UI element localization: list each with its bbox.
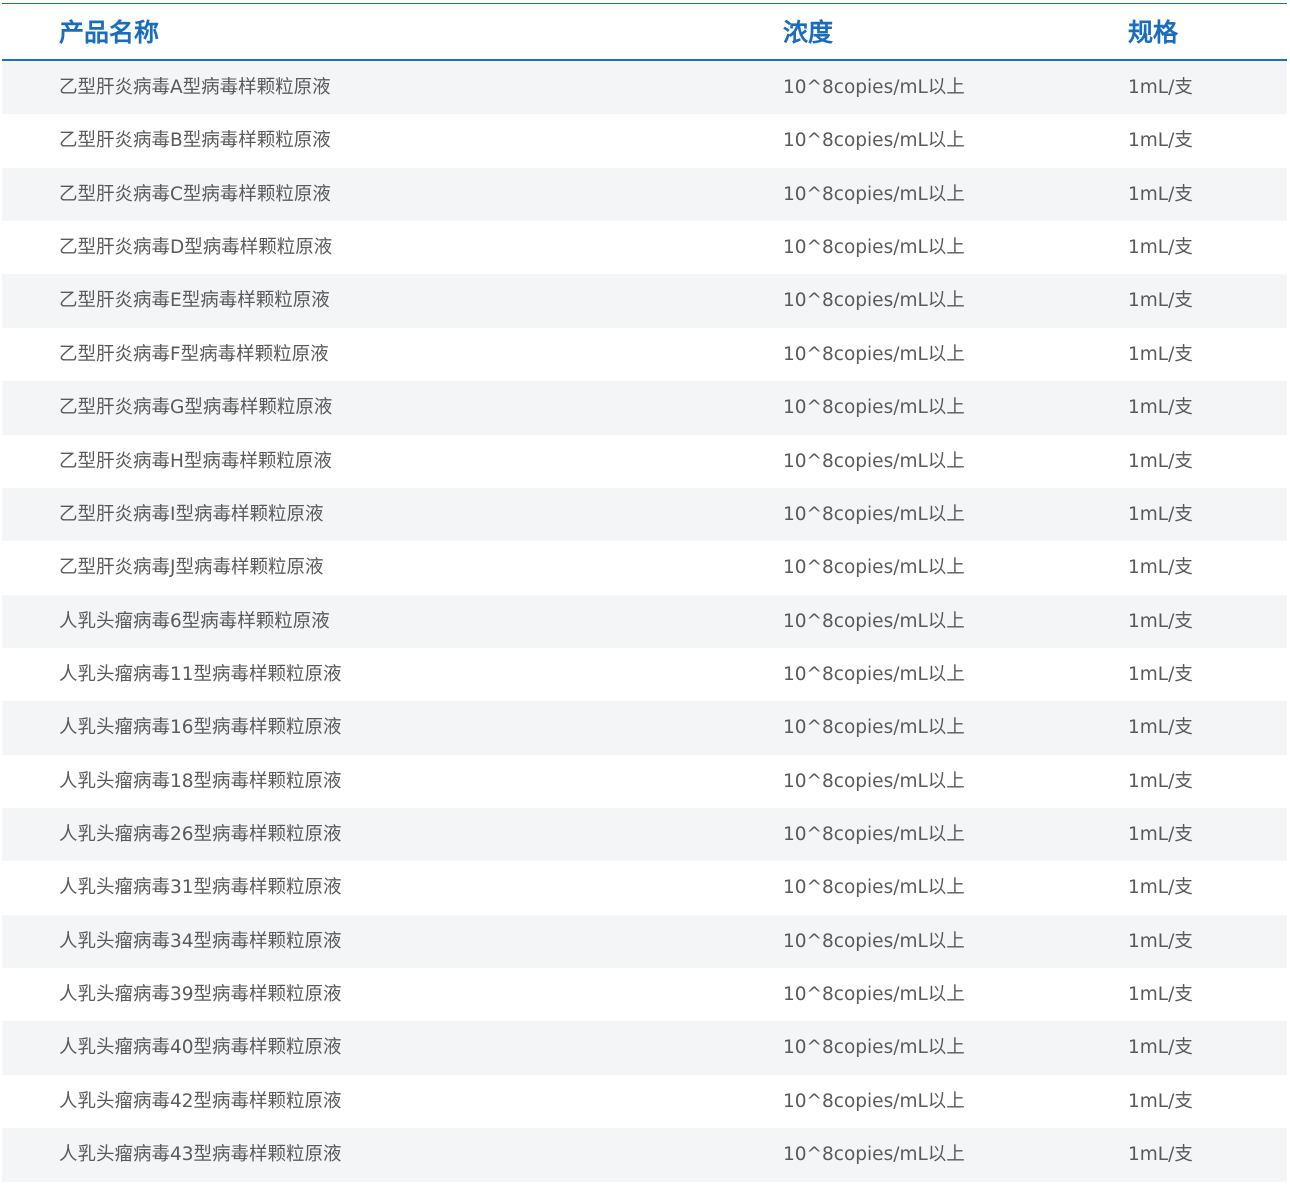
table-row: 乙型肝炎病毒J型病毒样颗粒原液 10^8copies/mL以上 1mL/支 (2, 541, 1287, 595)
spec-cell: 1mL/支 (1128, 770, 1193, 792)
product-name-cell: 乙型肝炎病毒B型病毒样颗粒原液 (59, 130, 331, 152)
product-name-cell: 人乳头瘤病毒43型病毒样颗粒原液 (59, 1144, 342, 1166)
table-row: 人乳头瘤病毒18型病毒样颗粒原液 10^8copies/mL以上 1mL/支 (2, 754, 1287, 809)
product-name-cell: 人乳头瘤病毒26型病毒样颗粒原液 (59, 824, 342, 846)
product-name-cell: 人乳头瘤病毒16型病毒样颗粒原液 (59, 717, 342, 739)
table-header: 产品名称 浓度 规格 (2, 4, 1287, 61)
concentration-cell: 10^8copies/mL以上 (783, 610, 965, 632)
header-spec: 规格 (1128, 18, 1179, 47)
spec-cell: 1mL/支 (1128, 503, 1193, 525)
table-row: 乙型肝炎病毒G型病毒样颗粒原液 10^8copies/mL以上 1mL/支 (2, 381, 1287, 435)
spec-cell: 1mL/支 (1128, 717, 1193, 739)
table-row: 人乳头瘤病毒16型病毒样颗粒原液 10^8copies/mL以上 1mL/支 (2, 701, 1287, 755)
table-row: 人乳头瘤病毒34型病毒样颗粒原液 10^8copies/mL以上 1mL/支 (2, 914, 1287, 969)
concentration-cell: 10^8copies/mL以上 (783, 877, 965, 899)
product-name-cell: 人乳头瘤病毒40型病毒样颗粒原液 (59, 1037, 342, 1059)
product-name-cell: 乙型肝炎病毒F型病毒样颗粒原液 (59, 343, 329, 365)
spec-cell: 1mL/支 (1128, 984, 1193, 1006)
concentration-cell: 10^8copies/mL以上 (783, 130, 965, 152)
product-name-cell: 乙型肝炎病毒A型病毒样颗粒原液 (59, 77, 331, 98)
table-row: 人乳头瘤病毒43型病毒样颗粒原液 10^8copies/mL以上 1mL/支 (2, 1128, 1287, 1182)
table-row: 乙型肝炎病毒B型病毒样颗粒原液 10^8copies/mL以上 1mL/支 (2, 114, 1287, 168)
concentration-cell: 10^8copies/mL以上 (783, 984, 965, 1006)
spec-cell: 1mL/支 (1128, 450, 1193, 472)
table-body: 乙型肝炎病毒A型病毒样颗粒原液 10^8copies/mL以上 1mL/支 乙型肝炎病… (2, 61, 1287, 1182)
spec-cell: 1mL/支 (1128, 397, 1193, 419)
spec-cell: 1mL/支 (1128, 1037, 1193, 1059)
header-concentration: 浓度 (783, 18, 834, 47)
product-name-cell: 乙型肝炎病毒J型病毒样颗粒原液 (59, 557, 324, 579)
concentration-cell: 10^8copies/mL以上 (783, 397, 965, 419)
concentration-cell: 10^8copies/mL以上 (783, 824, 965, 846)
table-row: 乙型肝炎病毒D型病毒样颗粒原液 10^8copies/mL以上 1mL/支 (2, 221, 1287, 275)
table-row: 乙型肝炎病毒E型病毒样颗粒原液 10^8copies/mL以上 1mL/支 (2, 274, 1287, 328)
concentration-cell: 10^8copies/mL以上 (783, 1037, 965, 1059)
table-row: 乙型肝炎病毒F型病毒样颗粒原液 10^8copies/mL以上 1mL/支 (2, 327, 1287, 382)
table-row: 人乳头瘤病毒31型病毒样颗粒原液 10^8copies/mL以上 1mL/支 (2, 861, 1287, 915)
spec-cell: 1mL/支 (1128, 610, 1193, 632)
spec-cell: 1mL/支 (1128, 1144, 1193, 1166)
product-name-cell: 乙型肝炎病毒H型病毒样颗粒原液 (59, 450, 332, 472)
spec-cell: 1mL/支 (1128, 77, 1193, 98)
concentration-cell: 10^8copies/mL以上 (783, 930, 965, 952)
concentration-cell: 10^8copies/mL以上 (783, 77, 965, 98)
table-row: 人乳头瘤病毒11型病毒样颗粒原液 10^8copies/mL以上 1mL/支 (2, 647, 1287, 702)
table-row: 人乳头瘤病毒26型病毒样颗粒原液 10^8copies/mL以上 1mL/支 (2, 808, 1287, 862)
spec-cell: 1mL/支 (1128, 1090, 1193, 1112)
table-row: 人乳头瘤病毒40型病毒样颗粒原液 10^8copies/mL以上 1mL/支 (2, 1021, 1287, 1075)
product-name-cell: 人乳头瘤病毒39型病毒样颗粒原液 (59, 984, 342, 1006)
spec-cell: 1mL/支 (1128, 183, 1193, 205)
product-name-cell: 乙型肝炎病毒I型病毒样颗粒原液 (59, 503, 324, 525)
concentration-cell: 10^8copies/mL以上 (783, 1090, 965, 1112)
product-name-cell: 人乳头瘤病毒11型病毒样颗粒原液 (59, 663, 342, 685)
concentration-cell: 10^8copies/mL以上 (783, 183, 965, 205)
spec-cell: 1mL/支 (1128, 930, 1193, 952)
product-table: 产品名称 浓度 规格 乙型肝炎病毒A型病毒样颗粒原液 10^8copies/mL以… (2, 3, 1287, 1182)
spec-cell: 1mL/支 (1128, 130, 1193, 152)
product-name-cell: 人乳头瘤病毒18型病毒样颗粒原液 (59, 770, 342, 792)
concentration-cell: 10^8copies/mL以上 (783, 663, 965, 685)
table-row: 人乳头瘤病毒39型病毒样颗粒原液 10^8copies/mL以上 1mL/支 (2, 968, 1287, 1022)
spec-cell: 1mL/支 (1128, 290, 1193, 312)
spec-cell: 1mL/支 (1128, 557, 1193, 579)
concentration-cell: 10^8copies/mL以上 (783, 237, 965, 259)
table-row: 人乳头瘤病毒6型病毒样颗粒原液 10^8copies/mL以上 1mL/支 (2, 594, 1287, 648)
concentration-cell: 10^8copies/mL以上 (783, 717, 965, 739)
table-row: 人乳头瘤病毒42型病毒样颗粒原液 10^8copies/mL以上 1mL/支 (2, 1074, 1287, 1129)
table-row: 乙型肝炎病毒H型病毒样颗粒原液 10^8copies/mL以上 1mL/支 (2, 434, 1287, 488)
product-name-cell: 乙型肝炎病毒C型病毒样颗粒原液 (59, 183, 331, 205)
product-name-cell: 人乳头瘤病毒34型病毒样颗粒原液 (59, 930, 342, 952)
concentration-cell: 10^8copies/mL以上 (783, 290, 965, 312)
table-row: 乙型肝炎病毒C型病毒样颗粒原液 10^8copies/mL以上 1mL/支 (2, 167, 1287, 222)
concentration-cell: 10^8copies/mL以上 (783, 450, 965, 472)
product-name-cell: 人乳头瘤病毒42型病毒样颗粒原液 (59, 1090, 342, 1112)
concentration-cell: 10^8copies/mL以上 (783, 770, 965, 792)
concentration-cell: 10^8copies/mL以上 (783, 343, 965, 365)
concentration-cell: 10^8copies/mL以上 (783, 1144, 965, 1166)
table-row: 乙型肝炎病毒I型病毒样颗粒原液 10^8copies/mL以上 1mL/支 (2, 487, 1287, 542)
product-name-cell: 乙型肝炎病毒E型病毒样颗粒原液 (59, 290, 330, 312)
spec-cell: 1mL/支 (1128, 343, 1193, 365)
product-name-cell: 乙型肝炎病毒D型病毒样颗粒原液 (59, 237, 333, 259)
concentration-cell: 10^8copies/mL以上 (783, 503, 965, 525)
header-product-name: 产品名称 (59, 18, 160, 47)
spec-cell: 1mL/支 (1128, 877, 1193, 899)
product-name-cell: 人乳头瘤病毒31型病毒样颗粒原液 (59, 877, 342, 899)
spec-cell: 1mL/支 (1128, 824, 1193, 846)
product-name-cell: 人乳头瘤病毒6型病毒样颗粒原液 (59, 610, 330, 632)
product-name-cell: 乙型肝炎病毒G型病毒样颗粒原液 (59, 397, 333, 419)
concentration-cell: 10^8copies/mL以上 (783, 557, 965, 579)
spec-cell: 1mL/支 (1128, 237, 1193, 259)
spec-cell: 1mL/支 (1128, 663, 1193, 685)
table-row: 乙型肝炎病毒A型病毒样颗粒原液 10^8copies/mL以上 1mL/支 (2, 61, 1287, 115)
